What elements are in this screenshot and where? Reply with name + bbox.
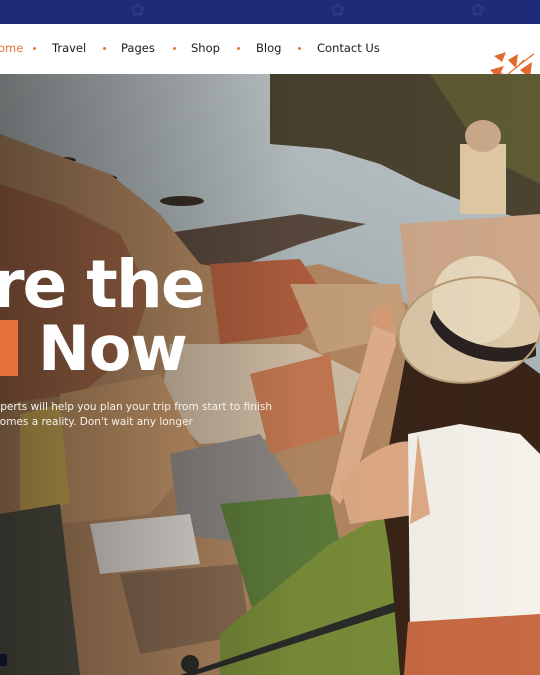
hero-description: xperts will help you plan your trip from…	[0, 400, 272, 430]
nav-separator-dot	[237, 47, 240, 50]
hero-description-line-1: xperts will help you plan your trip from…	[0, 401, 272, 413]
hero-title-line-2: Now	[38, 312, 188, 385]
slider-control-edge[interactable]	[0, 654, 7, 666]
nav-separator-dot	[33, 47, 36, 50]
nav-item-blog[interactable]: Blog	[256, 41, 281, 55]
nav-item-pages[interactable]: Pages	[121, 41, 155, 55]
main-navigation: ome Travel Pages Shop Blog Contact Us	[0, 24, 540, 96]
hero-title-accent-block	[0, 320, 18, 376]
top-banner-strip: ✿ ✿ ✿	[0, 0, 540, 24]
palm-pattern-icon: ✿	[330, 0, 346, 21]
palm-pattern-icon: ✿	[130, 0, 146, 21]
nav-item-shop[interactable]: Shop	[191, 41, 220, 55]
hero-description-line-2: comes a reality. Don't wait any longer	[0, 416, 193, 428]
nav-item-home[interactable]: ome	[0, 41, 23, 55]
nav-item-travel[interactable]: Travel	[52, 41, 86, 55]
nav-item-contact-us[interactable]: Contact Us	[317, 41, 380, 55]
nav-separator-dot	[173, 47, 176, 50]
nav-separator-dot	[298, 47, 301, 50]
hero-title-line-1: re the	[0, 246, 206, 323]
palm-pattern-icon: ✿	[470, 0, 486, 21]
nav-separator-dot	[103, 47, 106, 50]
hero-section: re the Now xperts will help you plan you…	[0, 74, 540, 675]
